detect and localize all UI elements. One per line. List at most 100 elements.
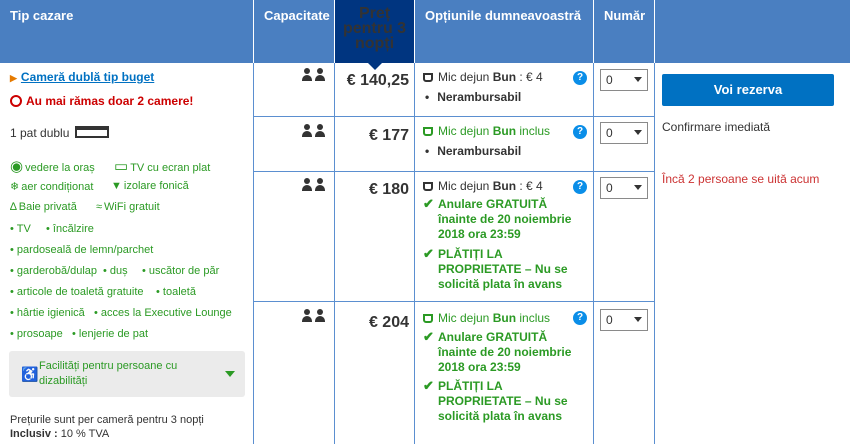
breakfast-price: : € 4 xyxy=(519,179,543,193)
free-cancellation: Anulare GRATUITĂ înainte de 20 noiembrie … xyxy=(438,197,588,242)
free-cancellation: Anulare GRATUITĂ înainte de 20 noiembrie … xyxy=(438,330,588,375)
cancel-deadline: înainte de 20 noiembrie 2018 ora 23:59 xyxy=(438,345,572,374)
feature-label: vedere la oraș xyxy=(25,162,95,174)
breakfast-prefix: Mic dejun xyxy=(438,179,490,193)
feature-label: izolare fonică xyxy=(123,180,189,192)
price-note: Prețurile sunt per cameră pentru 3 nopți xyxy=(10,414,204,426)
divider xyxy=(414,63,415,444)
chevron-down-icon xyxy=(634,185,642,190)
coffee-cup-icon xyxy=(423,314,433,323)
offer-price: € 180 xyxy=(368,181,409,198)
divider xyxy=(253,63,254,444)
feature-wifi: ≈ WiFi gratuit xyxy=(96,201,160,213)
feature-city-view: ◉ vedere la oraș xyxy=(10,157,95,175)
divider xyxy=(334,63,335,444)
amenity-item: • lenjerie de pat xyxy=(72,328,149,340)
checkmark-icon: ✔ xyxy=(423,378,434,393)
breakfast-quality: Bun xyxy=(492,124,517,138)
col-header-capacity: Capacitate xyxy=(254,0,334,63)
amenity-label: articole de toaletă gratuite xyxy=(16,286,144,298)
cancel-title: Anulare GRATUITĂ xyxy=(438,330,548,344)
room-quantity-select[interactable]: 0 xyxy=(600,177,648,199)
feature-ac: ❄ aer condiționat xyxy=(10,180,93,193)
tax-note: Inclusiv : 10 % TVA xyxy=(10,428,109,440)
pay-title: PLĂTIȚI LA PROPRIETATE xyxy=(438,379,522,408)
breakfast-price: : € 4 xyxy=(519,70,543,84)
col-header-number: Număr xyxy=(594,0,654,63)
breakfast-option: Mic dejun Bun inclus xyxy=(423,311,550,325)
feature-label: TV cu ecran plat xyxy=(130,162,211,174)
breakfast-included: inclus xyxy=(519,124,551,138)
chevron-down-icon xyxy=(634,130,642,135)
instant-confirmation: Confirmare imediată xyxy=(662,120,771,134)
room-quantity-select[interactable]: 0 xyxy=(600,309,648,331)
room-name-label: Cameră dublă tip buget xyxy=(20,70,155,84)
occupancy-2-icon xyxy=(302,68,328,82)
tax-value: 10 % TVA xyxy=(60,428,110,440)
feature-bathroom: ∆ Baie privată xyxy=(10,201,77,213)
checkmark-icon: ✔ xyxy=(423,196,434,211)
reserve-button[interactable]: Voi rezerva xyxy=(662,74,834,106)
urgency-text: Au mai rămas doar 2 camere! xyxy=(26,94,194,108)
amenity-label: pardoseală de lemn/parchet xyxy=(16,244,154,256)
amenity-item: • prosoape xyxy=(10,328,63,340)
amenity-item: • acces la Executive Lounge xyxy=(94,307,232,319)
divider xyxy=(253,116,654,117)
breakfast-quality: Bun xyxy=(492,70,517,84)
breakfast-prefix: Mic dejun xyxy=(438,70,490,84)
checkmark-icon: ✔ xyxy=(423,246,434,261)
amenity-label: acces la Executive Lounge xyxy=(100,307,232,319)
chevron-down-icon xyxy=(634,317,642,322)
caret-right-icon: ▶ xyxy=(10,73,17,83)
amenity-item: • toaletă xyxy=(156,286,196,298)
info-icon[interactable]: ? xyxy=(573,125,587,139)
col-header-price: Preț pentru 3 nopți xyxy=(335,0,414,70)
amenity-label: prosoape xyxy=(16,328,63,340)
chevron-down-icon xyxy=(225,371,235,377)
room-quantity-select[interactable]: 0 xyxy=(600,122,648,144)
amenity-item: • articole de toaletă gratuite xyxy=(10,286,144,298)
info-icon[interactable]: ? xyxy=(573,180,587,194)
feature-label: Baie privată xyxy=(18,201,77,213)
snowflake-icon: ❄ xyxy=(10,181,20,193)
amenity-item: • hârtie igienică xyxy=(10,307,85,319)
breakfast-option: Mic dejun Bun : € 4 xyxy=(423,70,543,84)
amenity-item: • duș xyxy=(103,265,128,277)
accessibility-dropdown[interactable]: ♿ Facilități pentru persoane cu dizabili… xyxy=(9,351,245,397)
info-icon[interactable]: ? xyxy=(573,311,587,325)
amenity-label: hârtie igienică xyxy=(16,307,85,319)
room-name-link[interactable]: ▶ Cameră dublă tip buget xyxy=(10,70,154,84)
cancel-deadline: înainte de 20 noiembrie 2018 ora 23:59 xyxy=(438,212,572,241)
pay-at-property: PLĂTIȚI LA PROPRIETATE – Nu se solicită … xyxy=(438,379,588,424)
amenity-item: • încălzire xyxy=(46,223,94,235)
table-header: Tip cazare Capacitate Preț pentru 3 nopț… xyxy=(0,0,850,70)
amenity-item: • garderobă/dulap xyxy=(10,265,98,277)
divider xyxy=(654,63,655,444)
amenity-label: garderobă/dulap xyxy=(16,265,98,277)
pay-title: PLĂTIȚI LA PROPRIETATE xyxy=(438,247,522,276)
eye-icon: ◉ xyxy=(10,158,24,175)
info-icon[interactable]: ? xyxy=(573,71,587,85)
occupancy-2-icon xyxy=(302,309,328,323)
quantity-value: 0 xyxy=(606,181,613,195)
clock-icon xyxy=(10,95,22,107)
room-quantity-select[interactable]: 0 xyxy=(600,69,648,91)
feature-flat-tv: ▭ TV cu ecran plat xyxy=(114,157,210,175)
pay-at-property: PLĂTIȚI LA PROPRIETATE – Nu se solicită … xyxy=(438,247,588,292)
sort-arrow-icon xyxy=(367,63,382,70)
urgency-message: Au mai rămas doar 2 camere! xyxy=(10,94,193,108)
offer-price: € 177 xyxy=(368,127,409,144)
bed-info: 1 pat dublu xyxy=(10,126,110,140)
coffee-cup-icon xyxy=(423,127,433,136)
amenity-label: toaletă xyxy=(162,286,196,298)
amenity-label: încălzire xyxy=(52,223,94,235)
wifi-icon: ≈ xyxy=(96,201,103,213)
accessibility-label: Facilități pentru persoane cu dizabilită… xyxy=(39,360,178,387)
bed-icon xyxy=(75,126,110,138)
speaker-icon: ▼ xyxy=(111,180,122,192)
breakfast-option: Mic dejun Bun : € 4 xyxy=(423,179,543,193)
occupancy-2-icon xyxy=(302,178,328,192)
divider xyxy=(253,301,654,302)
viewers-notice: Încă 2 persoane se uită acum xyxy=(662,172,820,186)
amenity-item: • TV xyxy=(10,223,31,235)
